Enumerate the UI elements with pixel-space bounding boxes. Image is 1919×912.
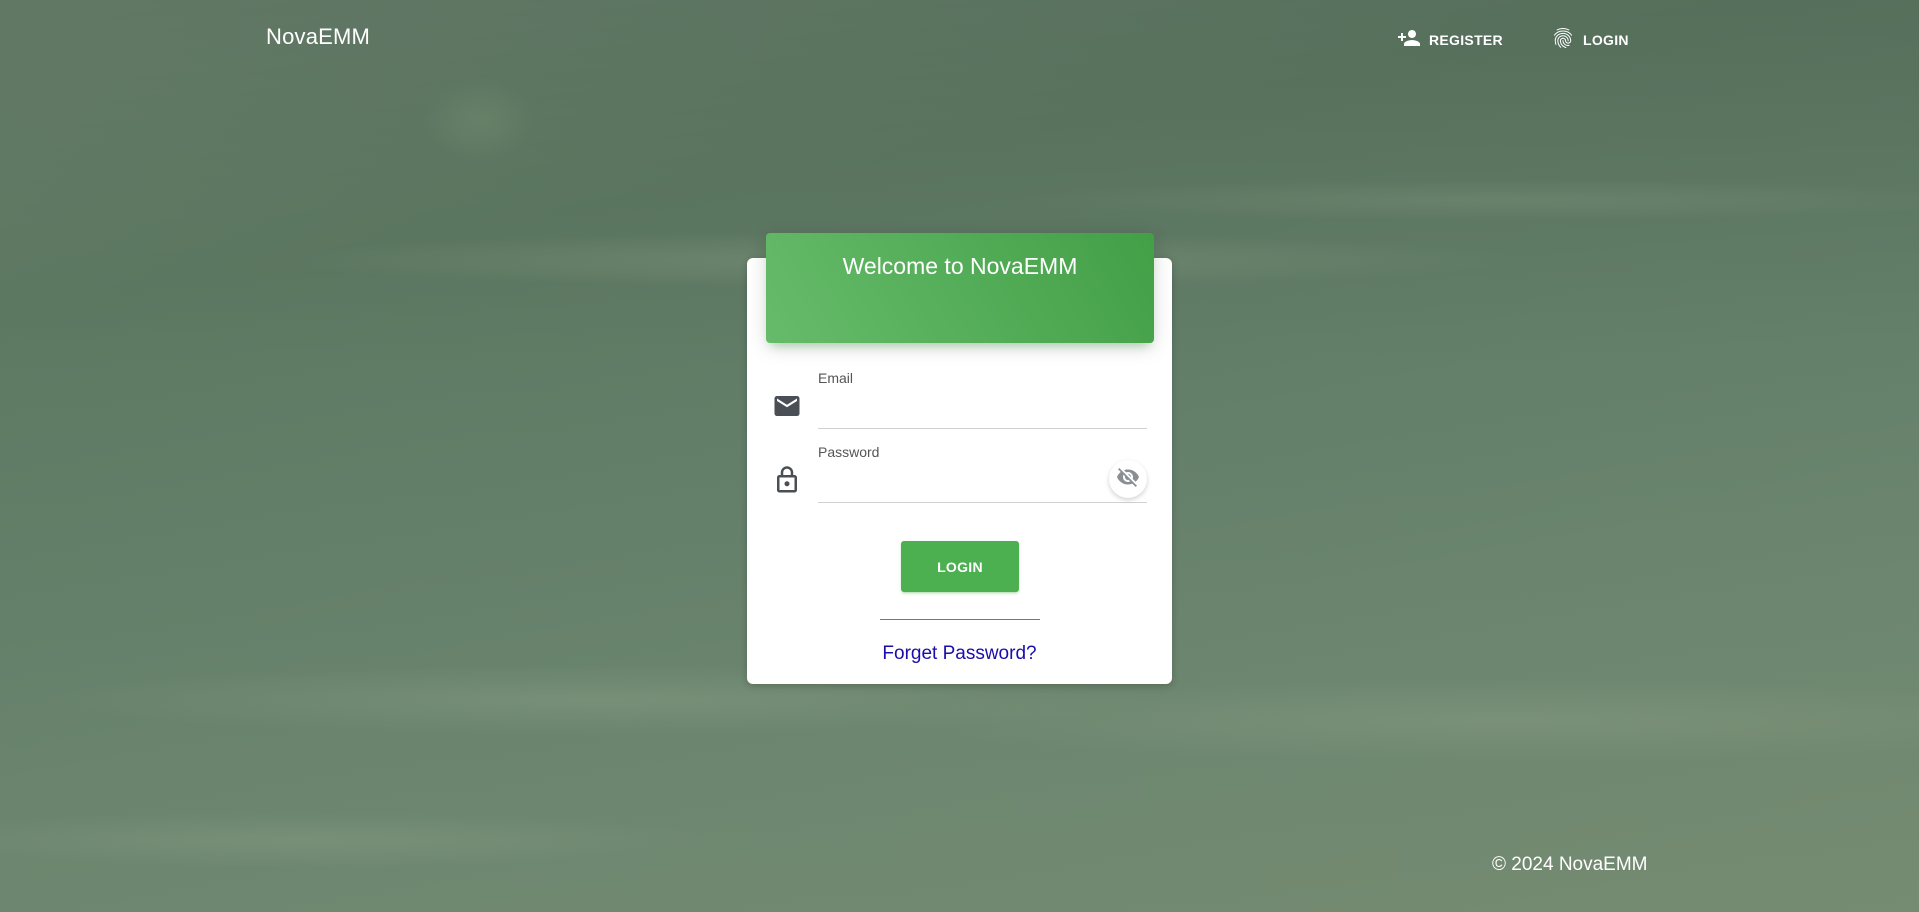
mail-icon — [772, 391, 802, 421]
forgot-password-link[interactable]: Forget Password? — [747, 643, 1172, 665]
password-input[interactable] — [818, 467, 1147, 503]
divider — [880, 619, 1040, 620]
register-link[interactable]: REGISTER — [1397, 26, 1503, 53]
lock-icon — [772, 465, 802, 495]
email-field-group: Email — [772, 365, 1147, 435]
login-link[interactable]: LOGIN — [1551, 26, 1629, 53]
login-button[interactable]: LOGIN — [901, 541, 1019, 592]
register-label: REGISTER — [1429, 31, 1503, 48]
person-add-icon — [1397, 26, 1421, 53]
email-label: Email — [818, 370, 854, 386]
visibility-off-icon — [1116, 465, 1140, 494]
login-nav-label: LOGIN — [1583, 31, 1629, 48]
password-label: Password — [818, 444, 880, 460]
login-card-title: Welcome to NovaEMM — [842, 253, 1078, 279]
fingerprint-icon — [1551, 26, 1575, 53]
toggle-password-visibility-button[interactable] — [1109, 460, 1147, 498]
login-card-header: Welcome to NovaEMM — [766, 233, 1154, 343]
footer-copyright: © 2024 NovaEMM — [1492, 854, 1648, 875]
password-field-group: Password — [772, 439, 1147, 509]
email-input[interactable] — [818, 393, 1147, 429]
brand-logo[interactable]: NovaEMM — [266, 24, 370, 50]
top-navbar: NovaEMM REGISTER LOGIN — [0, 0, 1919, 78]
